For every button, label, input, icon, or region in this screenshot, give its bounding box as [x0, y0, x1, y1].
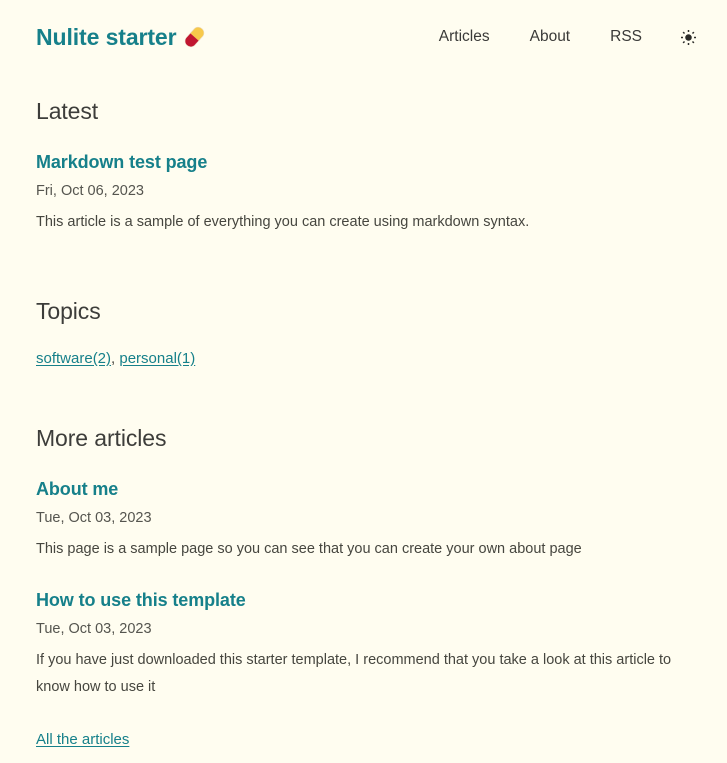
- article-date: Fri, Oct 06, 2023: [36, 182, 144, 199]
- list-item: About me Tue, Oct 03, 2023 This page is …: [36, 479, 691, 563]
- article-title-link[interactable]: How to use this template: [36, 590, 246, 612]
- site-title: Nulite starter: [36, 23, 177, 50]
- more-article-list: About me Tue, Oct 03, 2023 This page is …: [36, 479, 691, 700]
- site-logo-link[interactable]: Nulite starter: [36, 23, 206, 50]
- nav-item-about[interactable]: About: [510, 23, 591, 51]
- section-more-articles: More articles About me Tue, Oct 03, 2023…: [36, 425, 691, 748]
- topic-link-personal[interactable]: personal(1): [119, 350, 195, 367]
- site-header: Nulite starter Articles About RSS: [0, 0, 727, 60]
- main-content: Latest Markdown test page Fri, Oct 06, 2…: [0, 98, 727, 749]
- article-title-link[interactable]: About me: [36, 479, 118, 501]
- theme-toggle-button[interactable]: [662, 25, 703, 50]
- sun-icon: [680, 29, 697, 45]
- article-excerpt: If you have just downloaded this starter…: [36, 652, 672, 695]
- section-latest: Latest Markdown test page Fri, Oct 06, 2…: [36, 98, 691, 236]
- article-excerpt: This page is a sample page so you can se…: [36, 541, 582, 558]
- latest-article-list: Markdown test page Fri, Oct 06, 2023 Thi…: [36, 152, 691, 236]
- list-item: Markdown test page Fri, Oct 06, 2023 Thi…: [36, 152, 691, 236]
- article-date: Tue, Oct 03, 2023: [36, 509, 152, 526]
- latest-heading: Latest: [36, 98, 99, 124]
- section-topics: Topics software(2), personal(1): [36, 298, 691, 369]
- article-date: Tue, Oct 03, 2023: [36, 620, 152, 637]
- list-item: How to use this template Tue, Oct 03, 20…: [36, 590, 691, 701]
- nav-item-rss[interactable]: RSS: [590, 23, 662, 51]
- all-articles-wrapper: All the articles: [36, 731, 691, 749]
- topic-link-software[interactable]: software(2): [36, 350, 111, 367]
- pill-emoji: [183, 25, 206, 49]
- main-navigation: Articles About RSS: [419, 23, 703, 51]
- nav-item-articles[interactable]: Articles: [419, 23, 510, 51]
- all-articles-link[interactable]: All the articles: [36, 731, 129, 748]
- topics-heading: Topics: [36, 297, 101, 324]
- article-title-link[interactable]: Markdown test page: [36, 152, 207, 174]
- more-articles-heading: More articles: [36, 425, 167, 452]
- article-excerpt: This article is a sample of everything y…: [36, 213, 530, 230]
- topics-list: software(2), personal(1): [36, 349, 691, 369]
